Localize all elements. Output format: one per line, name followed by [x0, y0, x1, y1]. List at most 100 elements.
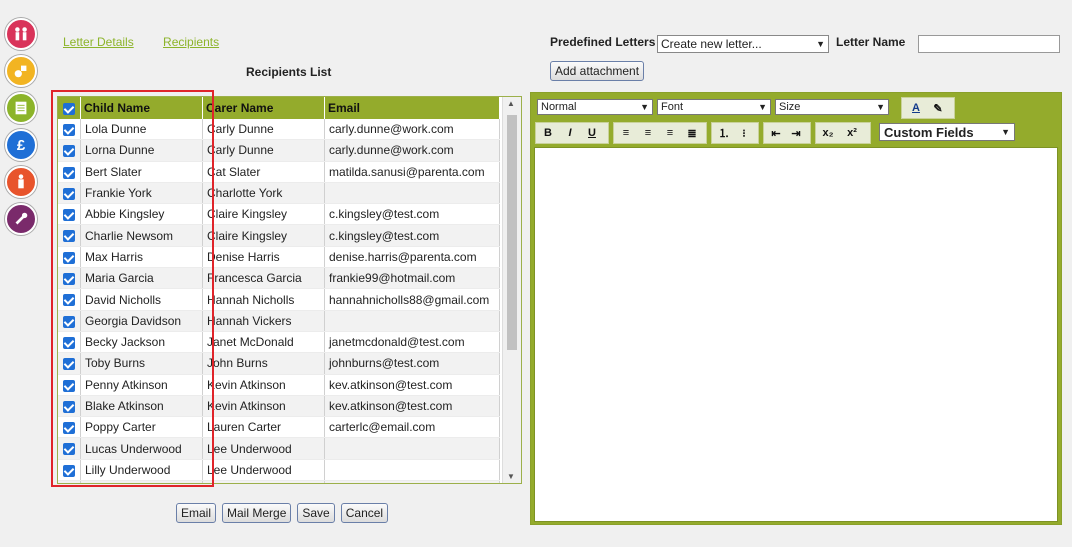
align-center-icon[interactable]: ≡: [640, 125, 656, 141]
letter-name-input[interactable]: [918, 35, 1060, 53]
column-email[interactable]: Email: [324, 97, 500, 119]
recipient-row[interactable]: Blake Atkinson Kevin Atkinson kev.atkinson…: [58, 395, 500, 418]
row-checkbox[interactable]: [58, 246, 81, 269]
notes-icon[interactable]: [5, 92, 37, 124]
carer-name-cell: Charlotte York: [202, 182, 325, 205]
row-checkbox[interactable]: [58, 416, 81, 439]
family-icon[interactable]: [5, 18, 37, 50]
mail-merge-button[interactable]: Mail Merge: [222, 503, 292, 523]
tab-recipients[interactable]: Recipients: [163, 35, 219, 49]
carer-name-cell: Cat Slater: [202, 161, 325, 183]
recipient-row[interactable]: Frankie York Charlotte York: [58, 182, 500, 205]
carer-name-cell: Lee Underwood: [202, 459, 325, 482]
text-color-icon[interactable]: A: [908, 100, 924, 116]
email-cell: frankie99@hotmail.com: [324, 267, 500, 290]
align-right-icon[interactable]: ≡: [662, 125, 678, 141]
column-child-name[interactable]: Child Name: [80, 97, 203, 119]
row-checkbox[interactable]: [58, 310, 81, 332]
carer-name-cell: Claire Kingsley: [202, 224, 325, 247]
bullet-list-icon[interactable]: ⁝: [736, 125, 752, 141]
staff-icon[interactable]: [5, 166, 37, 198]
align-left-icon[interactable]: ≡: [618, 125, 634, 141]
superscript-button[interactable]: x²: [844, 125, 860, 141]
row-checkbox[interactable]: [58, 480, 81, 483]
indent-icon[interactable]: ⇥: [788, 125, 804, 141]
row-checkbox[interactable]: [58, 161, 81, 183]
row-checkbox[interactable]: [58, 182, 81, 205]
recipient-row[interactable]: Poppy Carter Lauren Carter carterlc@email.…: [58, 416, 500, 439]
finance-icon[interactable]: £: [5, 129, 37, 161]
recipient-row[interactable]: David Nicholls Hannah Nicholls hannahnicho…: [58, 288, 500, 311]
row-checkbox[interactable]: [58, 203, 81, 226]
recipient-row[interactable]: Becky Jackson Janet McDonald janetmcdonald…: [58, 331, 500, 354]
child-name-cell: Alfie Thompson: [80, 480, 203, 483]
subscript-button[interactable]: x₂: [820, 125, 836, 141]
format-select-value: Normal: [541, 101, 577, 113]
recipient-row[interactable]: Toby Burns John Burns johnburns@test.com: [58, 352, 500, 375]
row-checkbox[interactable]: [58, 395, 81, 418]
email-cell: matilda.sanusi@parenta.com: [324, 161, 500, 183]
tab-letter-details[interactable]: Letter Details: [63, 35, 134, 49]
row-checkbox[interactable]: [58, 352, 81, 375]
column-carer-name[interactable]: Carer Name: [202, 97, 325, 119]
email-cell: kev.atkinson@test.com: [324, 395, 500, 418]
highlight-pen-icon[interactable]: ✎: [930, 100, 946, 116]
row-checkbox[interactable]: [58, 267, 81, 290]
row-checkbox[interactable]: [58, 139, 81, 162]
recipient-row[interactable]: Georgia Davidson Hannah Vickers: [58, 310, 500, 332]
script-tools: x₂ x²: [815, 122, 871, 144]
bold-button[interactable]: B: [540, 125, 556, 141]
row-checkbox[interactable]: [58, 224, 81, 247]
app-nav-rail: £: [5, 18, 37, 240]
row-checkbox[interactable]: [58, 374, 81, 396]
letter-body-editor[interactable]: [534, 147, 1058, 522]
row-checkbox[interactable]: [58, 119, 81, 141]
recipient-row[interactable]: Bert Slater Cat Slater matilda.sanusi@pare…: [58, 161, 500, 183]
child-name-cell: Georgia Davidson: [80, 310, 203, 332]
row-checkbox[interactable]: [58, 437, 81, 460]
toys-icon[interactable]: [5, 55, 37, 87]
recipient-row[interactable]: Lucas Underwood Lee Underwood: [58, 437, 500, 460]
recipient-row[interactable]: Penny Atkinson Kevin Atkinson kev.atkinson…: [58, 374, 500, 396]
row-checkbox[interactable]: [58, 459, 81, 482]
recipient-row[interactable]: Lilly Underwood Lee Underwood: [58, 459, 500, 482]
add-attachment-button[interactable]: Add attachment: [550, 61, 645, 81]
carer-name-cell: Francesca Garcia: [202, 267, 325, 290]
save-button[interactable]: Save: [297, 503, 335, 523]
scroll-thumb[interactable]: [507, 115, 517, 350]
format-select[interactable]: Normal ▼: [537, 99, 653, 115]
recipients-list-title: Recipients List: [246, 65, 332, 79]
scroll-down-icon[interactable]: ▼: [507, 472, 515, 481]
recipient-row[interactable]: Maria Garcia Francesca Garcia frankie99@ho…: [58, 267, 500, 290]
letter-name-label: Letter Name: [836, 35, 906, 49]
row-checkbox[interactable]: [58, 288, 81, 311]
email-cell: carly.dunne@work.com: [324, 139, 500, 162]
child-name-cell: Blake Atkinson: [80, 395, 203, 418]
font-select[interactable]: Font ▼: [657, 99, 771, 115]
cancel-button[interactable]: Cancel: [340, 503, 389, 523]
recipient-row[interactable]: Lorna Dunne Carly Dunne carly.dunne@work.c…: [58, 139, 500, 162]
grid-scrollbar[interactable]: ▲ ▼: [502, 97, 521, 483]
predefined-letters-select[interactable]: Create new letter... ▼: [657, 35, 829, 53]
recipient-row[interactable]: Lola Dunne Carly Dunne carly.dunne@work.co…: [58, 119, 500, 141]
recipient-row[interactable]: Max Harris Denise Harris denise.harris@par…: [58, 246, 500, 269]
child-name-cell: Lola Dunne: [80, 119, 203, 141]
underline-button[interactable]: U: [584, 125, 600, 141]
email-button[interactable]: Email: [176, 503, 217, 523]
select-all-checkbox[interactable]: [58, 97, 81, 119]
outdent-icon[interactable]: ⇤: [768, 125, 784, 141]
child-name-cell: Frankie York: [80, 182, 203, 205]
row-checkbox[interactable]: [58, 331, 81, 354]
predefined-letters-label: Predefined Letters: [550, 35, 656, 49]
email-cell: c.kingsley@test.com: [324, 224, 500, 247]
numbered-list-icon[interactable]: ⒈: [716, 125, 732, 141]
custom-fields-select[interactable]: Custom Fields ▼: [879, 123, 1015, 141]
size-select[interactable]: Size ▼: [775, 99, 889, 115]
recipient-row[interactable]: Alfie ThompsonLindsey Thompsonlindsey@te…: [58, 480, 500, 483]
recipient-row[interactable]: Abbie Kingsley Claire Kingsley c.kingsley@…: [58, 203, 500, 226]
scroll-up-icon[interactable]: ▲: [507, 99, 515, 108]
align-justify-icon[interactable]: ≣: [684, 125, 700, 141]
tools-icon[interactable]: [5, 203, 37, 235]
recipient-row[interactable]: Charlie Newsom Claire Kingsley c.kingsley@…: [58, 224, 500, 247]
italic-button[interactable]: I: [562, 125, 578, 141]
